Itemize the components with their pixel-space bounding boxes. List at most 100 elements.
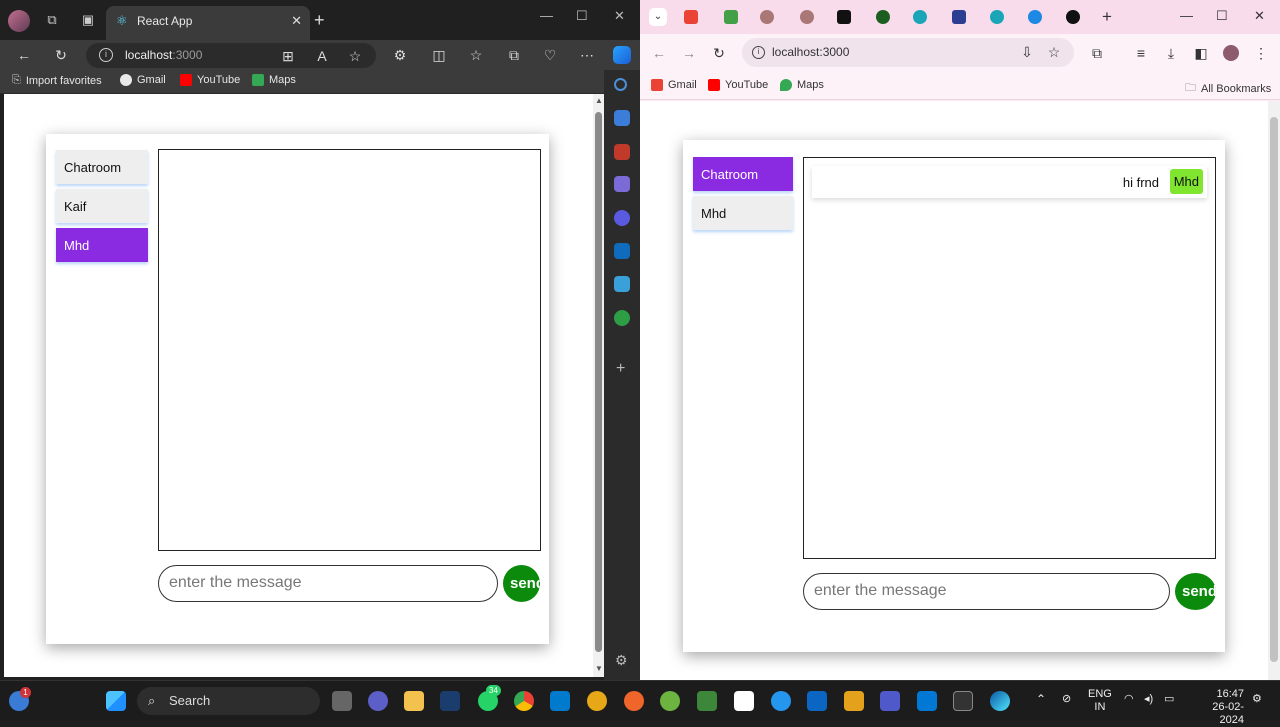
outlook-icon[interactable] [614,243,630,259]
linkedin-icon[interactable] [807,691,827,711]
bookmark-gmail[interactable]: Gmail [651,79,697,91]
postman-icon[interactable] [624,691,644,711]
close-tab-icon[interactable]: ✕ [291,13,302,29]
sidebar-item-chatroom[interactable]: Chatroom [693,157,793,191]
refresh-icon[interactable]: ↻ [53,47,69,63]
refresh-icon[interactable]: ↻ [711,45,727,61]
minimize-icon[interactable]: — [1180,8,1193,23]
minimize-icon[interactable]: — [540,8,553,23]
favorite-star-icon[interactable]: ☆ [347,48,363,64]
notion-icon[interactable] [734,691,754,711]
side-panel-icon[interactable]: ◧ [1193,45,1209,61]
shopping-icon[interactable] [614,110,630,126]
profile-avatar[interactable] [1223,45,1239,61]
add-sidebar-icon[interactable]: + [616,360,625,378]
close-window-icon[interactable]: ✕ [1254,8,1265,24]
sidebar-item-chatroom[interactable]: Chatroom [56,150,148,184]
send-button[interactable]: send [1175,573,1216,610]
file-explorer-icon[interactable] [404,691,424,711]
bookmark-youtube[interactable]: YouTube [180,74,240,86]
tab-gmail-icon[interactable] [684,10,698,24]
search-icon[interactable] [614,78,627,91]
browser-essentials-icon[interactable]: ♡ [542,47,558,63]
favorites-icon[interactable]: ☆ [468,47,484,63]
notification-gear-icon[interactable]: ⚙ [1252,693,1262,706]
tab-image-icon[interactable] [952,10,966,24]
spring-icon[interactable] [660,691,680,711]
edge-icon[interactable] [990,691,1010,711]
teams-icon[interactable] [880,691,900,711]
maximize-icon[interactable]: ☐ [576,8,588,24]
bookmark-import-favorites[interactable]: ⎘ Import favorites [12,74,102,87]
scrollbar-thumb[interactable] [595,112,602,652]
tab-notion-icon[interactable] [837,10,851,24]
send-button[interactable]: send [503,565,540,602]
back-icon[interactable]: ← [651,45,667,61]
tools-icon[interactable] [614,144,630,160]
copilot-sidebar-icon[interactable] [614,210,630,226]
clock[interactable]: 16:47 26-02-2024 [1188,688,1244,727]
message-input[interactable]: enter the message [158,565,498,602]
terminal-icon[interactable] [953,691,973,711]
app-icon-3[interactable] [917,691,937,711]
task-view-icon[interactable] [332,691,352,711]
tab-actions-icon[interactable]: ▣ [80,12,96,28]
chrome-icon[interactable] [514,691,534,711]
vertical-scrollbar[interactable] [1268,101,1280,680]
vertical-scrollbar[interactable]: ▲ ▼ [593,94,604,677]
tab-circle-icon[interactable] [876,10,890,24]
new-tab-icon[interactable]: + [314,10,325,31]
message-input[interactable]: enter the message [803,573,1170,610]
battery-icon[interactable]: ▭ [1164,693,1174,706]
bookmark-maps[interactable]: Maps [252,74,296,86]
tab-c-icon[interactable] [913,10,927,24]
snipping-icon[interactable] [440,691,460,711]
address-bar[interactable]: i localhost:3000 ⇩ ☆ [742,38,1074,67]
language-indicator[interactable]: ENG IN [1088,688,1112,714]
volume-icon[interactable]: ◂) [1144,693,1153,706]
wifi-icon[interactable]: ◠ [1124,693,1134,706]
copilot-icon[interactable] [613,46,631,64]
network-off-icon[interactable]: ⊘ [1062,693,1071,706]
app-icon-2[interactable] [844,691,864,711]
forward-icon[interactable]: → [681,45,697,61]
install-app-icon[interactable]: ⇩ [1019,44,1035,60]
settings-gear-icon[interactable]: ⚙ [615,652,628,669]
vscode-icon[interactable] [550,691,570,711]
maximize-icon[interactable]: ☐ [1216,8,1228,24]
taskbar-search[interactable]: ⌕ Search [137,687,320,715]
app-icon-1[interactable] [587,691,607,711]
reading-list-icon[interactable]: ≡ [1133,45,1149,61]
sidebar-item-mhd[interactable]: Mhd [693,196,793,230]
more-menu-icon[interactable]: ⋯ [579,47,595,63]
bookmark-youtube[interactable]: YouTube [708,79,768,91]
tab-c-icon-2[interactable] [990,10,1004,24]
tab-onedrive-icon[interactable] [1028,10,1042,24]
drop-icon[interactable] [614,276,630,292]
read-aloud-icon[interactable]: A [314,48,330,64]
nodejs-icon[interactable] [697,691,717,711]
tab-react-app[interactable]: ⚛ React App ✕ [106,6,310,40]
bookmark-star-icon[interactable]: ☆ [1046,44,1062,60]
chat-app-icon[interactable] [368,691,388,711]
workspaces-icon[interactable]: ⧉ [44,12,60,28]
bookmark-maps[interactable]: Maps [780,79,824,91]
scroll-down-icon[interactable]: ▼ [595,664,603,673]
all-bookmarks[interactable]: 🗀 All Bookmarks [1185,79,1271,98]
tab-app-icon[interactable] [724,10,738,24]
close-window-icon[interactable]: ✕ [614,8,625,24]
site-info-icon[interactable]: i [99,48,113,62]
scrollbar-thumb[interactable] [1270,117,1278,662]
scroll-up-icon[interactable]: ▲ [595,96,603,105]
show-hidden-icon[interactable]: ⌃ [1036,693,1046,706]
tab-triangle-icon[interactable] [1066,10,1080,24]
downloads-icon[interactable]: ⤓ [1163,45,1179,61]
bookmark-gmail[interactable]: Gmail [120,74,166,86]
back-icon[interactable]: ← [16,47,32,63]
tab-search-icon[interactable]: ⌄ [649,8,667,26]
sidebar-item-kaif[interactable]: Kaif [56,189,148,223]
collections-icon[interactable]: ⧉ [506,47,522,63]
more-menu-icon[interactable]: ⋮ [1253,45,1269,61]
extensions-icon[interactable]: ⧉ [1089,45,1105,61]
profile-avatar[interactable] [8,10,30,32]
